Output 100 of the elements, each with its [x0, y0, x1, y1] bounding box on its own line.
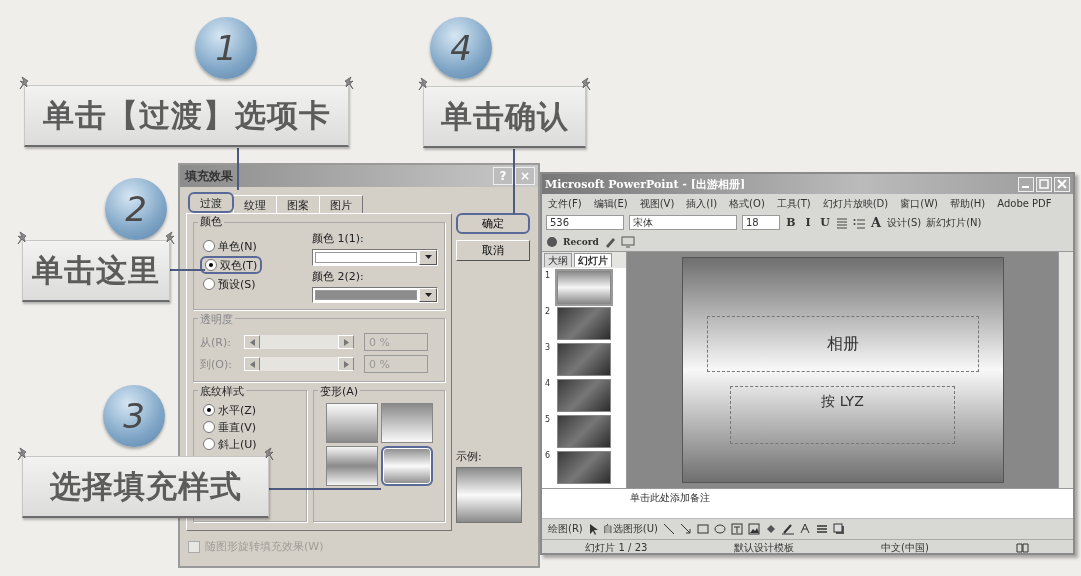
- format-button[interactable]: U: [819, 216, 831, 229]
- design-button[interactable]: 设计(S): [887, 215, 922, 230]
- menu-item[interactable]: 帮助(H): [949, 196, 986, 211]
- arrow-icon[interactable]: [679, 523, 692, 535]
- slide-thumbnail[interactable]: [557, 271, 611, 304]
- rectangle-icon[interactable]: [696, 523, 709, 535]
- photo-placeholder[interactable]: [557, 415, 611, 448]
- gradient-variant[interactable]: [325, 446, 378, 486]
- style-box[interactable]: 536: [546, 215, 624, 230]
- slide-number: 4: [545, 379, 552, 388]
- slide-number: 5: [545, 415, 552, 424]
- line-icon[interactable]: [662, 523, 675, 535]
- pushpin-icon: [19, 76, 31, 90]
- color-label: 颜色 1(1):: [312, 231, 365, 246]
- radio-button[interactable]: [203, 278, 215, 290]
- radio-button[interactable]: [203, 421, 215, 433]
- gradient-variant[interactable]: [380, 403, 433, 443]
- text-box-icon[interactable]: [730, 523, 743, 535]
- step-number-badge: 4: [430, 17, 492, 79]
- menu-item[interactable]: 文件(F): [548, 196, 582, 211]
- pen-icon[interactable]: [603, 235, 616, 248]
- radio-option[interactable]: 预设(S): [200, 277, 263, 291]
- line-color-icon[interactable]: [781, 523, 794, 535]
- record-icon[interactable]: [546, 235, 558, 248]
- radio-option[interactable]: 单色(N): [200, 239, 263, 253]
- dialog-button[interactable]: 确定: [456, 213, 530, 234]
- pushpin-icon: [342, 76, 354, 90]
- minimize-icon[interactable]: [1018, 176, 1034, 192]
- radio-button[interactable]: [205, 259, 217, 271]
- menu-item[interactable]: 幻灯片放映(D): [822, 196, 889, 211]
- window-title: Microsoft PowerPoint - [出游相册]: [545, 176, 746, 192]
- close-icon[interactable]: [1054, 176, 1070, 192]
- menu-item[interactable]: 格式(O): [729, 196, 765, 211]
- dialog-tab[interactable]: 图片: [319, 195, 363, 213]
- radio-option[interactable]: 斜上(U): [200, 437, 300, 451]
- panel-tab[interactable]: 大纲: [544, 253, 572, 267]
- font-box[interactable]: 宋体: [629, 215, 737, 230]
- sample-label: 示例:: [456, 450, 482, 463]
- status-text: 幻灯片 1 / 23: [585, 541, 648, 555]
- right-arrow-icon[interactable]: [343, 338, 349, 346]
- maximize-icon[interactable]: [1036, 176, 1052, 192]
- picture-icon[interactable]: [747, 523, 760, 535]
- left-arrow-icon[interactable]: [249, 360, 255, 368]
- group-title: 颜色: [198, 214, 224, 229]
- radio-button[interactable]: [203, 404, 215, 416]
- oval-icon[interactable]: [713, 523, 726, 535]
- line-style-icon[interactable]: [815, 523, 828, 535]
- dialog-tab[interactable]: 图案: [276, 195, 320, 213]
- scrollbar[interactable]: [1058, 252, 1073, 488]
- slide-number: 2: [545, 307, 552, 316]
- pointer-icon[interactable]: [587, 523, 598, 535]
- radio-option[interactable]: 双色(T): [200, 256, 263, 274]
- bullet-list-icon[interactable]: [853, 216, 865, 229]
- radio-button[interactable]: [203, 438, 215, 450]
- draw-menu-button[interactable]: 绘图(R): [548, 522, 583, 536]
- notes-field[interactable]: 单击此处添加备注: [542, 488, 1073, 518]
- menu-item[interactable]: Adobe PDF: [997, 198, 1052, 209]
- step-number-badge: 3: [103, 385, 165, 447]
- slide-subtitle[interactable]: 按 LYZ: [730, 386, 955, 444]
- slide-title[interactable]: 相册: [706, 316, 979, 372]
- step-number-badge: 1: [195, 17, 257, 79]
- menu-item[interactable]: 窗口(W): [900, 196, 938, 211]
- dialog-title: 填充效果: [185, 167, 233, 185]
- font-size-box[interactable]: 18: [742, 215, 780, 230]
- photo-placeholder[interactable]: [557, 451, 611, 484]
- dialog-tab[interactable]: 过渡: [188, 192, 234, 213]
- slider-label: 从(R):: [200, 334, 232, 350]
- color-dropdown[interactable]: [312, 286, 438, 303]
- format-button[interactable]: I: [802, 216, 814, 229]
- monitor-icon[interactable]: [620, 235, 635, 248]
- pushpin-icon: [262, 447, 274, 461]
- radio-button[interactable]: [203, 240, 215, 252]
- new-slide-button[interactable]: 新幻灯片(N): [926, 215, 982, 230]
- menu-item[interactable]: 插入(I): [686, 196, 718, 211]
- dialog-button[interactable]: 取消: [456, 240, 530, 261]
- gradient-variant[interactable]: [380, 446, 433, 486]
- dialog-tab[interactable]: 纹理: [233, 195, 277, 213]
- panel-tab[interactable]: 幻灯片: [574, 253, 612, 267]
- autoshapes-button[interactable]: 自选图形(U): [602, 522, 658, 536]
- menu-item[interactable]: 工具(T): [776, 196, 811, 211]
- callout-text: 单击【过渡】选项卡: [42, 95, 331, 135]
- left-arrow-icon[interactable]: [249, 338, 255, 346]
- menu-item[interactable]: 视图(V): [639, 196, 675, 211]
- radio-option[interactable]: 水平(Z): [200, 403, 300, 417]
- gradient-variant[interactable]: [325, 403, 378, 443]
- record-button[interactable]: Record: [563, 236, 599, 247]
- font-color-icon[interactable]: [798, 523, 811, 535]
- align-icon[interactable]: [836, 216, 848, 229]
- color-dropdown[interactable]: [312, 249, 438, 266]
- group-title: 透明度: [198, 312, 235, 327]
- photo-placeholder[interactable]: [557, 343, 611, 376]
- photo-placeholder[interactable]: [557, 307, 611, 340]
- grow-font-button[interactable]: A: [870, 215, 882, 230]
- pushpin-icon: [163, 231, 175, 245]
- right-arrow-icon[interactable]: [343, 360, 349, 368]
- format-button[interactable]: B: [785, 216, 797, 229]
- photo-placeholder[interactable]: [557, 379, 611, 412]
- menu-item[interactable]: 编辑(E): [593, 196, 628, 211]
- shadow-icon[interactable]: [832, 523, 845, 535]
- radio-option[interactable]: 垂直(V): [200, 420, 300, 434]
